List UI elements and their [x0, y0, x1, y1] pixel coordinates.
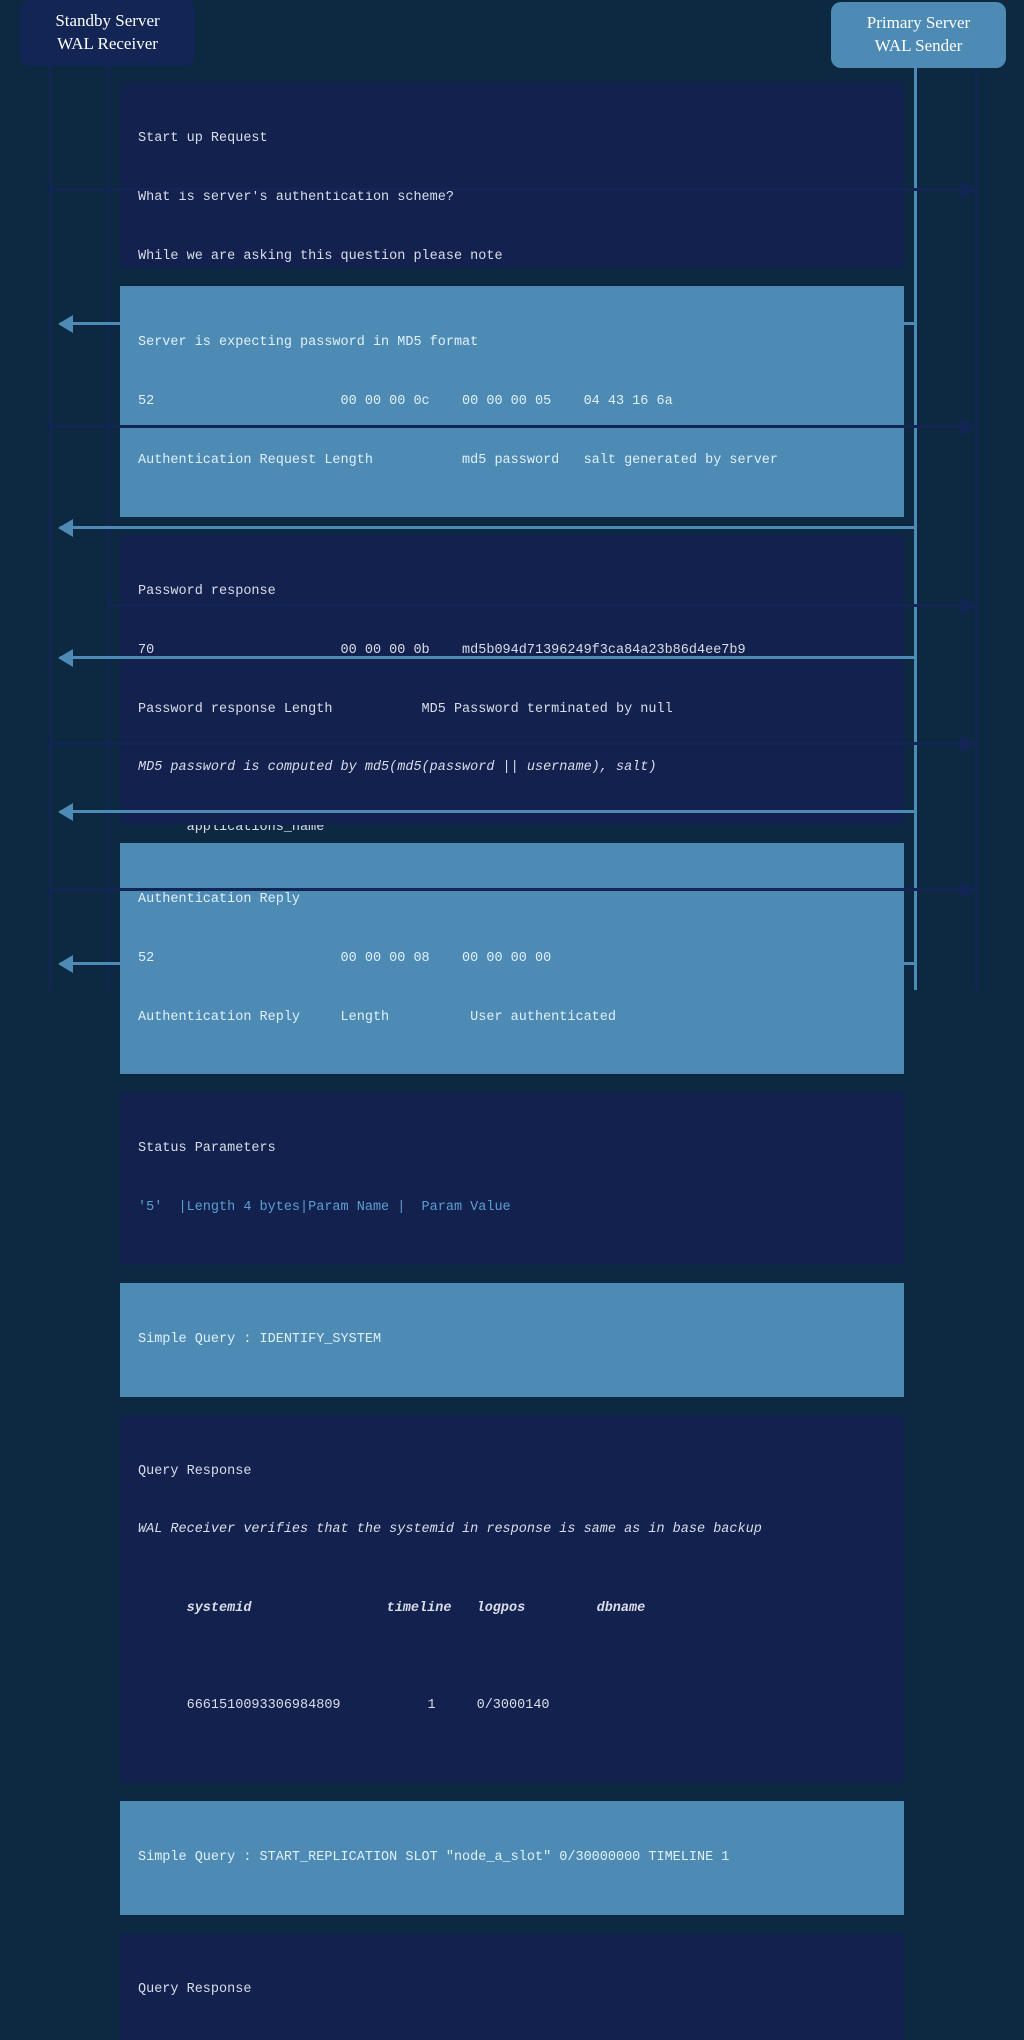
text-line: Simple Query : IDENTIFY_SYSTEM — [138, 1330, 890, 1350]
col-header: dbname — [597, 1601, 646, 1616]
text-line: Authentication Reply — [138, 890, 890, 910]
lifeline-standby-inner — [107, 60, 110, 990]
password-response-box: Password response 70 00 00 00 0b md5b094… — [120, 535, 904, 825]
col-value: 0/3000140 — [477, 1696, 597, 1716]
text-line: Query Response — [138, 1462, 890, 1482]
arrow-right-icon — [50, 742, 973, 745]
standby-title-2: WAL Receiver — [40, 33, 175, 56]
text-line: 52 00 00 00 08 00 00 00 00 — [138, 949, 890, 969]
identify-system-query-box: Simple Query : IDENTIFY_SYSTEM — [120, 1283, 904, 1397]
col-header: systemid — [187, 1599, 387, 1619]
query-response-identify-box: Query Response WAL Receiver verifies tha… — [120, 1415, 904, 1783]
lifeline-primary-outer — [975, 60, 978, 990]
text-line: WAL Receiver verifies that the systemid … — [138, 1520, 890, 1540]
startup-request-box: Start up Request What is server's authen… — [120, 82, 904, 268]
text-line: Status Parameters — [138, 1139, 890, 1159]
standby-server-header: Standby Server WAL Receiver — [20, 0, 195, 66]
arrow-left-icon — [60, 322, 915, 325]
arrow-left-icon — [60, 962, 915, 965]
text-line: Authentication Reply Length User authent… — [138, 1008, 890, 1028]
lifeline-primary-inner — [914, 60, 917, 990]
server-expecting-md5-box: Server is expecting password in MD5 form… — [120, 286, 904, 517]
lifeline-standby-outer — [49, 60, 52, 990]
text-line: Password response — [138, 582, 890, 602]
text-line: MD5 password is computed by md5(md5(pass… — [138, 758, 890, 778]
authentication-reply-box: Authentication Reply 52 00 00 00 08 00 0… — [120, 843, 904, 1074]
arrow-left-icon — [60, 810, 915, 813]
standby-title-1: Standby Server — [40, 10, 175, 33]
arrow-right-icon — [50, 888, 973, 891]
text-line: Authentication Request Length md5 passwo… — [138, 451, 890, 471]
arrow-right-icon — [108, 604, 973, 607]
col-header: logpos — [477, 1599, 597, 1619]
text-line: '5' |Length 4 bytes|Param Name | Param V… — [138, 1198, 890, 1218]
text-line: Password response Length MD5 Password te… — [138, 700, 890, 720]
text-line: Query Response — [138, 1980, 890, 2000]
primary-title-1: Primary Server — [851, 12, 986, 35]
status-parameters-box: Status Parameters '5' |Length 4 bytes|Pa… — [120, 1092, 904, 1265]
text-line: Simple Query : START_REPLICATION SLOT "n… — [138, 1848, 890, 1868]
text-line: Start up Request — [138, 129, 890, 149]
col-value: 1 — [387, 1696, 477, 1716]
arrow-right-icon — [50, 188, 973, 191]
text-line: 52 00 00 00 0c 00 00 00 05 04 43 16 6a — [138, 392, 890, 412]
arrow-left-icon — [60, 656, 915, 659]
query-response-copyboth-box: Query Response Server responds with Copy… — [120, 1933, 904, 2040]
text-line: Server is expecting password in MD5 form… — [138, 333, 890, 353]
text-line: While we are asking this question please… — [138, 247, 890, 267]
col-header: timeline — [387, 1599, 477, 1619]
primary-title-2: WAL Sender — [851, 35, 986, 58]
start-replication-query-box: Simple Query : START_REPLICATION SLOT "n… — [120, 1801, 904, 1915]
primary-server-header: Primary Server WAL Sender — [831, 2, 1006, 68]
arrow-left-icon — [60, 526, 915, 529]
col-value: 6661510093306984809 — [187, 1696, 387, 1716]
arrow-right-icon — [50, 425, 973, 428]
text-line: Server responds with CopyBothResponse 'W… — [138, 2038, 890, 2040]
